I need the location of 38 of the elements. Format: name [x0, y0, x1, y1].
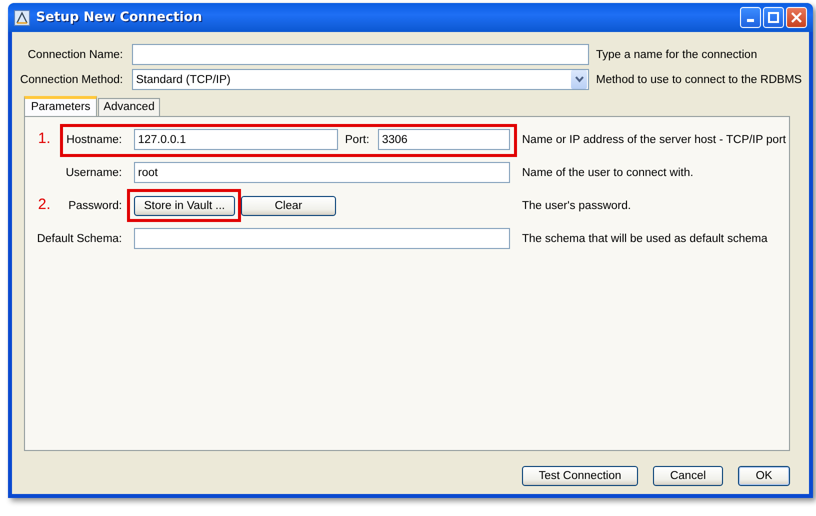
field-label: Connection Name:	[26, 48, 123, 60]
hint-text: The user's password.	[522, 200, 631, 212]
button[interactable]: Store in Vault ...	[134, 196, 235, 216]
step-number: 1.	[38, 130, 51, 147]
button[interactable]: Clear	[241, 196, 336, 216]
button[interactable]: Cancel	[653, 466, 723, 486]
app-icon	[14, 10, 30, 26]
button[interactable]: Test Connection	[522, 466, 638, 486]
tab[interactable]: Parameters	[24, 96, 98, 116]
hint-text: The schema that will be used as default schema	[522, 232, 768, 244]
hint-text: Name of the user to connect with.	[522, 166, 694, 178]
maximize-button[interactable]	[763, 7, 784, 28]
dropdown-value: Standard (TCP/IP)	[136, 74, 231, 86]
field-label: Port:	[345, 134, 370, 146]
dropdown-field[interactable]: Standard (TCP/IP)	[132, 69, 589, 90]
button[interactable]: OK	[738, 466, 790, 486]
input-field[interactable]	[134, 228, 510, 249]
hint-text: Method to use to connect to the RDBMS	[596, 74, 802, 86]
input-field[interactable]: root	[134, 162, 510, 183]
hint-text: Name or IP address of the server host - TCP/IP port	[522, 134, 786, 146]
input-field[interactable]: 127.0.0.1	[134, 129, 338, 150]
close-button[interactable]	[786, 7, 807, 28]
close-icon	[791, 12, 802, 23]
maximize-icon	[768, 12, 779, 23]
field-label: Hostname:	[66, 134, 122, 146]
window-title: Setup New Connection	[36, 10, 204, 25]
minimize-button[interactable]	[740, 7, 761, 28]
input-field[interactable]	[132, 44, 589, 65]
input-field[interactable]: 3306	[378, 129, 510, 150]
dropdown-button[interactable]	[571, 70, 587, 89]
field-label: Password:	[68, 200, 122, 212]
field-label: Default Schema:	[36, 232, 122, 244]
field-label: Connection Method:	[19, 74, 123, 86]
step-number: 2.	[38, 196, 51, 213]
tab[interactable]: Advanced	[98, 98, 160, 116]
field-label: Username:	[66, 166, 122, 178]
chevron-down-icon	[574, 76, 584, 83]
hint-text: Type a name for the connection	[596, 48, 758, 60]
